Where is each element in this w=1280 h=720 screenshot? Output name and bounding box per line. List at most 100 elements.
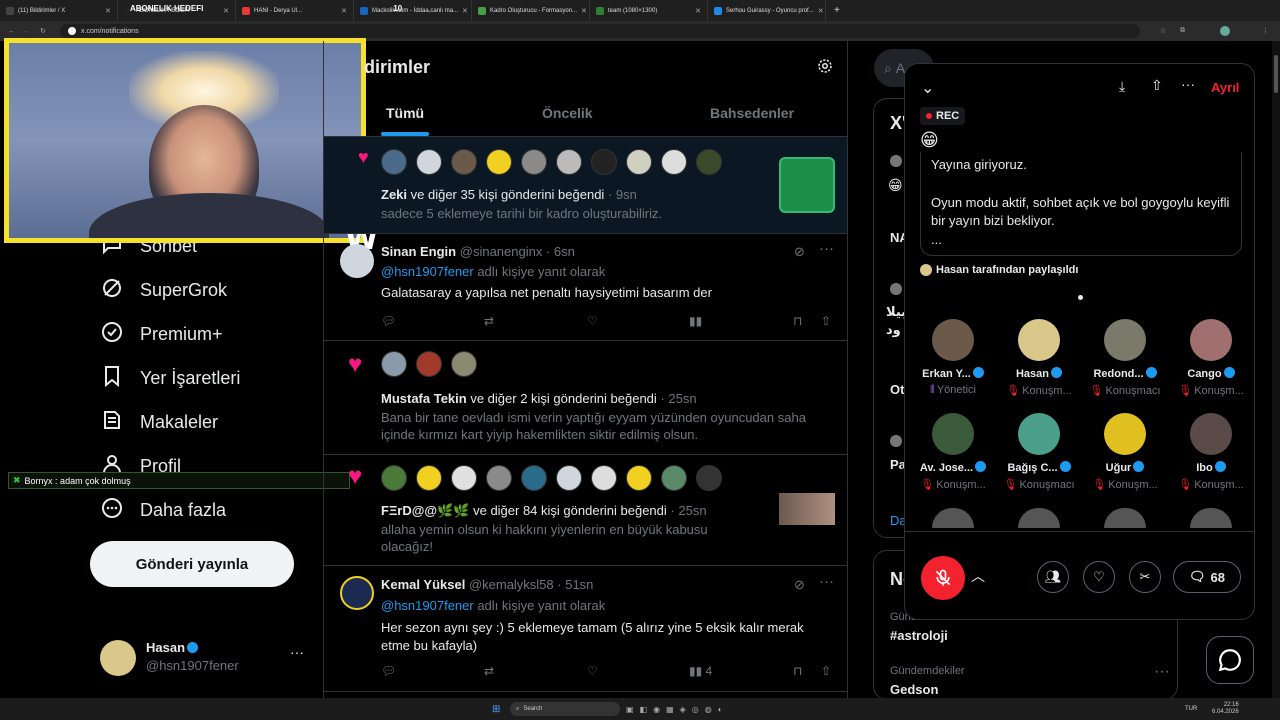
nav-item-1[interactable]: SuperGrok [100,275,227,305]
settings-icon[interactable] [816,57,834,80]
avatar[interactable] [556,149,582,175]
avatar[interactable] [416,149,442,175]
nav-item-2[interactable]: Premium+ [100,319,223,349]
speaker-avatar[interactable] [1190,508,1232,528]
avatar[interactable] [340,244,374,278]
extensions-icon[interactable]: ⧉ [1180,27,1185,35]
speaker[interactable]: Hasan 🎙︎ Konuşm... [999,319,1079,397]
scrollbar[interactable] [1272,41,1280,698]
browser-tab[interactable]: Kadro Oluşturucu - Formasyon... ✕ [472,0,590,21]
url-field[interactable]: x.com/notifications [60,24,1140,38]
repost-icon[interactable]: ⇄ [484,664,494,678]
tab-mentions[interactable]: Bahsedenler [710,105,794,121]
react-button[interactable]: ♡ [1083,561,1115,593]
avatar[interactable] [486,149,512,175]
post-button[interactable]: Gönderi yayınla [90,541,294,587]
tab-close-icon[interactable]: ✕ [581,7,587,15]
bookmark-star-icon[interactable]: ☆ [1160,27,1166,35]
notification-like-2[interactable]: ♥ Mustafa Tekin ve diğer 2 kişi gönderin… [324,341,847,454]
tab-all[interactable]: Tümü [386,105,424,121]
new-tab-icon[interactable]: + [826,5,848,16]
nav-item-3[interactable]: Yer İşaretleri [100,363,240,393]
more-icon[interactable]: ··· [819,573,834,590]
avatar[interactable] [381,351,407,377]
tab-priority[interactable]: Öncelik [542,105,593,121]
liker-name[interactable]: FΞrD@@🌿🌿 [381,503,469,518]
nav-item-6[interactable]: Daha fazla [100,495,226,525]
speaker[interactable]: Ibo 🎙︎ Konuşm... [1171,413,1251,491]
tab-close-icon[interactable]: ✕ [105,7,111,15]
like-icon[interactable]: ♡ [587,314,598,328]
author-name[interactable]: Sinan Engin [381,244,456,259]
account-switcher[interactable]: Hasan @hsn1907fener ··· [96,638,310,678]
share-icon[interactable]: ⇧ [1151,77,1163,94]
speaker[interactable]: Cango 🎙︎ Konuşm... [1171,319,1251,397]
more-icon[interactable]: ··· [1154,663,1170,681]
lineup-thumbnail[interactable] [779,157,835,213]
browser-tab[interactable]: Serhou Guirassy - Oyuncu prof... ✕ [708,0,826,21]
browser-tab[interactable]: team (1080×1300) ✕ [590,0,708,21]
notification-reply-2[interactable]: Kemal Yüksel @kemalyksl58 · 51sn ⊘ ··· @… [324,566,847,691]
speaker[interactable]: Av. Jose... 🎙︎ Konuşm... [913,413,993,491]
mention-link[interactable]: @hsn1907fener [381,598,474,613]
avatar[interactable] [381,149,407,175]
mic-muted-button[interactable] [921,556,965,600]
avatar[interactable] [416,465,442,491]
post-thumbnail[interactable] [779,493,835,525]
tab-close-icon[interactable]: ✕ [818,7,824,15]
avatar[interactable] [521,149,547,175]
speaker[interactable]: Erkan Y... ⦀ Yönetici [913,319,993,397]
bookmark-icon[interactable]: ⊓ [793,314,802,328]
avatar[interactable] [626,465,652,491]
tab-close-icon[interactable]: ✕ [695,7,701,15]
avatar[interactable] [521,465,547,491]
author-name[interactable]: Kemal Yüksel [381,577,465,592]
avatar[interactable] [416,351,442,377]
taskbar-app-icons[interactable]: ▣◧◉▦◈◎◍◐ [626,705,729,714]
avatar[interactable] [661,465,687,491]
notification-like-3[interactable]: ♥ FΞrD@@🌿🌿 ve diğer 84 kişi gönderini be… [324,455,847,565]
more-icon[interactable]: ··· [290,644,304,660]
avatar[interactable] [486,465,512,491]
windows-start-icon[interactable]: ⊞ [492,704,500,715]
avatar[interactable] [591,465,617,491]
mention-link[interactable]: @hsn1907fener [381,264,474,279]
grok-chat-button[interactable] [1206,636,1254,684]
taskbar-search[interactable]: ⌕ Search [510,702,620,716]
leave-button[interactable]: Ayrıl [1211,80,1239,95]
avatar[interactable] [661,149,687,175]
reply-icon[interactable]: 💬︎ [381,664,396,678]
clock[interactable]: 22:16 6.04.2026 [1212,702,1239,716]
avatar[interactable] [591,149,617,175]
collapse-icon[interactable]: ⌄ [921,78,934,98]
avatar[interactable] [381,465,407,491]
avatar[interactable] [451,149,477,175]
tab-close-icon[interactable]: ✕ [462,7,468,15]
like-icon[interactable]: ♡ [587,664,598,678]
notification-like-1[interactable]: ♥ Zeki ve diğer 35 kişi gönderini beğend… [324,137,847,233]
more-icon[interactable]: ··· [819,240,834,257]
speaker[interactable]: Uğur 🎙︎ Konuşm... [1085,413,1165,491]
speaker-avatar[interactable] [1104,508,1146,528]
views-icon[interactable]: ▮▮ 4 [689,664,712,678]
clip-button[interactable]: ✂ [1129,561,1161,593]
speaker[interactable]: Bağış C... 🎙︎ Konuşmacı [999,413,1079,491]
browser-tab[interactable]: (11) Bildirimler / X ✕ [0,0,118,21]
trend-label[interactable]: Ot [890,382,904,397]
trend-name[interactable]: Gedson [890,682,938,697]
notification-reply-1[interactable]: Sinan Engin @sinanenginx · 6sn ⊘ ··· @hs… [324,234,847,340]
grok-icon[interactable]: ⊘ [794,244,805,260]
speaker-avatar[interactable] [1018,508,1060,528]
views-icon[interactable]: ▮▮ [689,314,702,328]
reload-icon[interactable]: ↻ [40,27,46,35]
people-button[interactable]: 👥︎ [1037,561,1069,593]
scrollbar-thumb[interactable] [1274,55,1278,93]
liker-name[interactable]: Mustafa Tekin [381,391,467,406]
share-icon[interactable]: ⇧ [821,664,831,678]
grok-icon[interactable]: ⊘ [794,577,805,593]
profile-icon[interactable] [1220,26,1230,36]
minimize-icon[interactable]: ⤓ [1119,78,1125,95]
speaker[interactable]: Redond... 🎙︎ Konuşmacı [1085,319,1165,397]
repost-icon[interactable]: ⇄ [484,314,494,328]
bookmark-icon[interactable]: ⊓ [793,664,802,678]
